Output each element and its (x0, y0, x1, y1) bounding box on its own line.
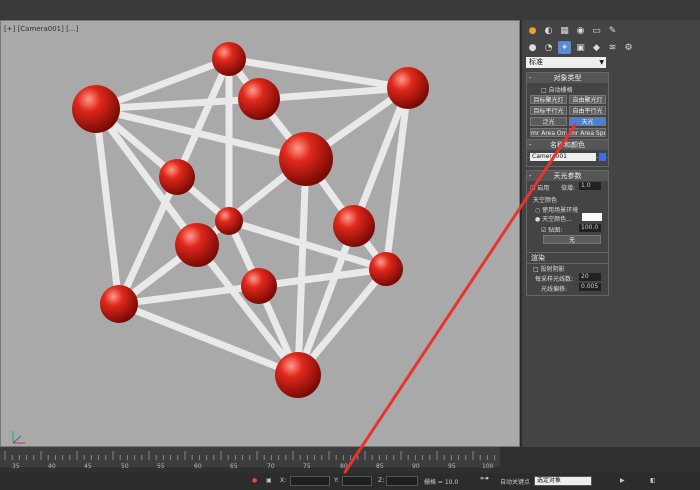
free-spot-button[interactable]: 自由聚光灯 (569, 95, 606, 104)
target-spot-button[interactable]: 目标聚光灯 (530, 95, 567, 104)
timeline-tick: 55 (157, 463, 165, 470)
selected-dropdown[interactable]: 选定对象 (534, 476, 592, 486)
x-label: X: (280, 477, 287, 484)
grid-size-label: 栅格 = 10.0 (424, 479, 459, 486)
auto-key-button[interactable]: 自动关键点 (500, 477, 530, 486)
z-coord-field[interactable] (386, 476, 418, 486)
skylight-button[interactable]: 天光 (569, 117, 606, 126)
map-amount-field[interactable]: 100.0 (579, 224, 601, 232)
object-type-header[interactable]: - 对象类型 (527, 73, 608, 83)
timeline-tick: 60 (194, 463, 202, 470)
light-type-value: 标准 (529, 58, 543, 66)
x-coord-field[interactable] (290, 476, 330, 486)
create-tab-icon[interactable]: ● (526, 24, 539, 37)
cast-shadows-checkbox[interactable]: □ 投射阴影 (533, 264, 565, 273)
timeline-tick: 100 (482, 463, 494, 470)
mr-area-omni-button[interactable]: mr Area Omni (530, 128, 567, 137)
skylight-params-rollout: - 天光参数 ☑ 启用 倍增: 1.0 天空颜色 ○ 使用场景环境 ● 天空颜色.… (526, 170, 609, 264)
render-rollout: 渲染 □ 投射阴影 每采样光线数: 20 光线偏移: 0.005 (526, 252, 609, 296)
object-name-field[interactable]: Camera001 (530, 153, 596, 161)
y-coord-field[interactable] (342, 476, 372, 486)
target-direct-button[interactable]: 目标平行光 (530, 106, 567, 115)
auto-grid-checkbox[interactable]: □ 自动栅格 (541, 85, 573, 94)
key-icon[interactable]: ⊶ (480, 474, 489, 484)
shapes-icon[interactable]: ◔ (542, 41, 555, 54)
motion-tab-icon[interactable]: ◉ (574, 24, 587, 37)
frame-icon[interactable]: ◧ (650, 477, 656, 484)
systems-icon[interactable]: ⚙ (622, 41, 635, 54)
cameras-icon[interactable]: ▣ (574, 41, 587, 54)
y-label: Y: (334, 477, 339, 484)
molecule-scene[interactable] (1, 21, 520, 447)
timeline-tick: 85 (376, 463, 384, 470)
free-direct-button[interactable]: 自由平行光 (569, 106, 606, 115)
pin-icon[interactable]: ● (252, 477, 257, 484)
name-color-header[interactable]: - 名称和颜色 (527, 140, 608, 150)
bottom-bar: 35 40 45 50 55 60 65 70 75 80 85 90 95 1… (0, 447, 700, 490)
mr-area-spot-button[interactable]: mr Area Spot (569, 128, 606, 137)
panel-tabs: ● ◐ ▦ ◉ ▭ ✎ (526, 24, 619, 38)
timeline-tick: 45 (84, 463, 92, 470)
timeline-tick: 70 (267, 463, 275, 470)
timeline-ruler (4, 451, 510, 460)
hierarchy-tab-icon[interactable]: ▦ (558, 24, 571, 37)
sky-color-radio[interactable]: ● 天空颜色... (535, 214, 572, 223)
ray-bias-label: 光线偏移: (541, 286, 568, 293)
object-color-swatch[interactable] (599, 153, 606, 161)
selected-dropdown-value: 选定对象 (537, 477, 562, 484)
omni-button[interactable]: 泛光 (530, 117, 567, 126)
helpers-icon[interactable]: ◆ (590, 41, 603, 54)
timeline-tick: 95 (448, 463, 456, 470)
multiplier-label: 倍增: (561, 185, 576, 192)
timeline[interactable]: 35 40 45 50 55 60 65 70 75 80 85 90 95 1… (0, 447, 510, 470)
skylight-params-header[interactable]: - 天光参数 (527, 171, 608, 181)
render-header[interactable]: 渲染 (527, 253, 608, 263)
geometry-icon[interactable]: ● (526, 41, 539, 54)
sky-color-label: 天空颜色 (533, 197, 558, 204)
spacewarps-icon[interactable]: ≋ (606, 41, 619, 54)
name-color-rollout: - 名称和颜色 Camera001 (526, 139, 609, 167)
light-type-dropdown[interactable]: 标准 ▼ (526, 57, 606, 68)
lock-icon[interactable]: ▣ (266, 477, 272, 484)
enable-checkbox[interactable]: ☑ 启用 (530, 183, 549, 192)
use-scene-env-radio[interactable]: ○ 使用场景环境 (535, 205, 578, 214)
axis-gizmo-icon (12, 431, 25, 444)
command-panel: ● ◐ ▦ ◉ ▭ ✎ ● ◔ ✦ ▣ ◆ ≋ ⚙ 标准 ▼ - 对象类型 □ 自… (522, 20, 700, 447)
rays-field[interactable]: 20 (579, 273, 601, 281)
playback-icon[interactable]: ▶ (620, 477, 625, 484)
ray-bias-field[interactable]: 0.005 (579, 283, 601, 291)
viewport[interactable]: [+] [Camera001] [...] (0, 20, 520, 447)
display-tab-icon[interactable]: ▭ (590, 24, 603, 37)
create-subtabs: ● ◔ ✦ ▣ ◆ ≋ ⚙ (526, 41, 635, 55)
timeline-tick: 75 (303, 463, 311, 470)
sky-color-swatch[interactable] (582, 213, 602, 221)
timeline-tick: 90 (412, 463, 420, 470)
timeline-tick: 50 (121, 463, 129, 470)
map-none-button[interactable]: 无 (543, 235, 601, 244)
map-checkbox[interactable]: ☑ 贴图: (541, 225, 562, 234)
rays-label: 每采样光线数: (535, 276, 574, 283)
z-label: Z: (378, 477, 385, 484)
utilities-tab-icon[interactable]: ✎ (606, 24, 619, 37)
multiplier-field[interactable]: 1.0 (579, 182, 601, 190)
timeline-tick: 65 (230, 463, 238, 470)
top-toolbar (0, 0, 700, 21)
timeline-tick: 35 (12, 463, 20, 470)
timeline-tick: 40 (48, 463, 56, 470)
status-bar: ● ▣ X: Y: Z: 栅格 = 10.0 ⊶ 自动关键点 选定对象 ▶ ◧ (0, 473, 700, 490)
timeline-tick: 80 (340, 463, 348, 470)
chevron-down-icon: ▼ (599, 59, 604, 66)
modify-tab-icon[interactable]: ◐ (542, 24, 555, 37)
lights-icon[interactable]: ✦ (558, 41, 571, 54)
